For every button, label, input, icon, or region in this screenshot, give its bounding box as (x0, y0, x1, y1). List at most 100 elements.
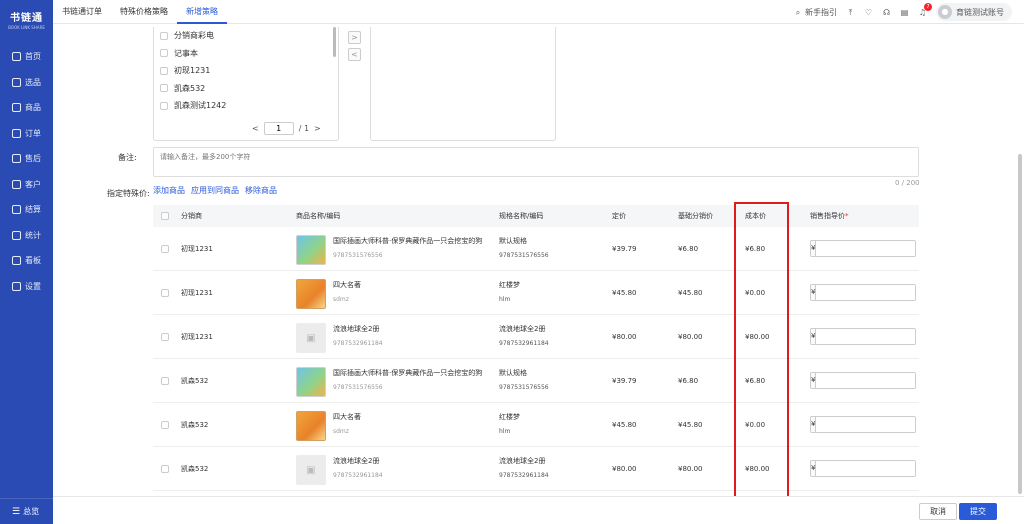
checkbox[interactable] (160, 31, 168, 40)
sidebar-item-products[interactable]: 商品 (0, 95, 53, 121)
remark-textarea[interactable] (153, 147, 919, 177)
user-menu[interactable]: ● 育链测试账号 (936, 3, 1012, 21)
headset-icon[interactable]: ☊ (882, 8, 891, 17)
select-all-checkbox[interactable] (161, 205, 169, 227)
checkbox[interactable] (161, 421, 169, 429)
list-item[interactable]: 分销商彩电 (160, 27, 338, 45)
checkbox[interactable] (161, 333, 169, 341)
sidebar-nav: 首页 选品 商品 订单 售后 客户 结算 统计 看板 设置 (0, 44, 53, 299)
cell-distributor: 凯森532 (181, 465, 209, 473)
row-checkbox[interactable] (161, 403, 169, 447)
checkbox[interactable] (161, 212, 169, 220)
spec-name: 流浪地球全2册 (499, 325, 546, 333)
row-checkbox[interactable] (161, 447, 169, 491)
checkbox[interactable] (160, 66, 168, 75)
checkbox[interactable] (160, 101, 168, 110)
sidebar-item-statistics[interactable]: 统计 (0, 223, 53, 249)
checkbox[interactable] (161, 465, 169, 473)
checkbox[interactable] (161, 377, 169, 385)
cell-cost: ¥0.00 (745, 289, 766, 297)
guide-price-field[interactable] (816, 417, 916, 432)
sidebar-item-dashboard[interactable]: 看板 (0, 248, 53, 274)
product-code: 9787532961184 (333, 340, 383, 347)
guide-price-field[interactable] (816, 241, 916, 256)
guide-price-input[interactable]: ¥ (810, 460, 916, 477)
guide-price-input[interactable]: ¥ (810, 372, 916, 389)
sidebar-item-home[interactable]: 首页 (0, 44, 53, 70)
guide-price-field[interactable] (816, 285, 916, 300)
guide-price-field[interactable] (816, 373, 916, 388)
settlement-icon (12, 205, 21, 215)
dashboard-icon (12, 256, 21, 266)
sidebar-item-label: 首页 (25, 52, 41, 62)
remove-product-link[interactable]: 移除商品 (245, 185, 277, 196)
sidebar-item-orders[interactable]: 订单 (0, 121, 53, 147)
logo: 书链通 BOOK LINK SHARE (0, 0, 53, 38)
guide-price-input[interactable]: ¥ (810, 416, 916, 433)
list-scrollbar[interactable] (333, 27, 336, 57)
sidebar-item-after-sales[interactable]: 售后 (0, 146, 53, 172)
sidebar-item-label: 商品 (25, 103, 41, 113)
prev-page-icon[interactable]: < (252, 124, 259, 133)
order-icon (12, 128, 21, 138)
sidebar-collapse-button[interactable]: ☰ 总览 (0, 498, 53, 524)
product-name: 国际插画大师科普·保罗典藏作品一只会挖宝的狗 (333, 237, 483, 245)
avatar: ● (938, 5, 952, 19)
list-item[interactable]: 记事本 (160, 45, 338, 63)
product-name: 四大名著 (333, 281, 361, 289)
row-checkbox[interactable] (161, 227, 169, 271)
list-item[interactable]: 凯森532 (160, 80, 338, 98)
guide-price-input[interactable]: ¥ (810, 284, 916, 301)
checkbox[interactable] (161, 245, 169, 253)
tab-orders[interactable]: 书链通订单 (53, 0, 111, 24)
add-product-link[interactable]: 添加商品 (153, 185, 185, 196)
list-item[interactable]: 凯森测试1242 (160, 97, 338, 115)
table-row: 凯森532 国际插画大师科普·保罗典藏作品一只会挖宝的狗 97875315765… (153, 359, 919, 403)
sidebar-item-label: 售后 (25, 154, 41, 164)
selection-icon (12, 77, 21, 87)
spec-code: 9787532961184 (499, 472, 549, 479)
list-item[interactable]: 初现1231 (160, 62, 338, 80)
checkbox[interactable] (160, 84, 168, 93)
pagination: < / 1 > (252, 122, 321, 135)
page-input[interactable] (263, 122, 294, 135)
image-placeholder-icon: ▣ (296, 323, 326, 353)
sidebar-item-settings[interactable]: 设置 (0, 274, 53, 300)
sidebar-item-customers[interactable]: 客户 (0, 172, 53, 198)
submit-button[interactable]: 提交 (959, 503, 997, 520)
cell-list-price: ¥39.79 (612, 245, 637, 253)
favorite-icon[interactable]: ♡ (864, 8, 873, 17)
sidebar-item-selection[interactable]: 选品 (0, 70, 53, 96)
after-sales-icon (12, 154, 21, 164)
guide-price-field[interactable] (816, 461, 916, 476)
page-scrollbar[interactable] (1018, 154, 1022, 494)
checkbox[interactable] (161, 289, 169, 297)
tab-special-price-strategy[interactable]: 特殊价格策略 (111, 0, 177, 24)
guide-price-field[interactable] (816, 329, 916, 344)
move-left-button[interactable]: < (348, 48, 361, 61)
row-checkbox[interactable] (161, 359, 169, 403)
tab-new-strategy[interactable]: 新增策略 (177, 0, 227, 24)
customer-icon (12, 179, 21, 189)
cell-distributor: 凯森532 (181, 421, 209, 429)
row-checkbox[interactable] (161, 271, 169, 315)
sidebar-item-settlement[interactable]: 结算 (0, 197, 53, 223)
next-page-icon[interactable]: > (314, 124, 321, 133)
cell-distributor: 初现1231 (181, 289, 213, 297)
guide-label: 新手指引 (805, 7, 837, 17)
remark-counter: 0 / 200 (895, 179, 920, 187)
guide-price-input[interactable]: ¥ (810, 328, 916, 345)
guide-price-input[interactable]: ¥ (810, 240, 916, 257)
table-row: 凯森532 四大名著 sdmz 红楼梦 hlm ¥45.80 ¥45.80 ¥0… (153, 403, 919, 447)
guide-button[interactable]: ⌕ 新手指引 (793, 7, 837, 18)
cancel-button[interactable]: 取消 (919, 503, 957, 520)
bell-icon[interactable]: ♫ 7 (918, 2, 932, 17)
product-name: 流浪地球全2册 (333, 457, 380, 465)
move-right-button[interactable]: > (348, 31, 361, 44)
apply-same-product-link[interactable]: 应用到同商品 (191, 185, 239, 196)
upload-icon[interactable]: ⤒ (846, 8, 855, 17)
document-icon[interactable]: ▤ (900, 8, 909, 17)
checkbox[interactable] (160, 49, 168, 58)
product-code: 9787531576556 (333, 252, 383, 259)
row-checkbox[interactable] (161, 315, 169, 359)
